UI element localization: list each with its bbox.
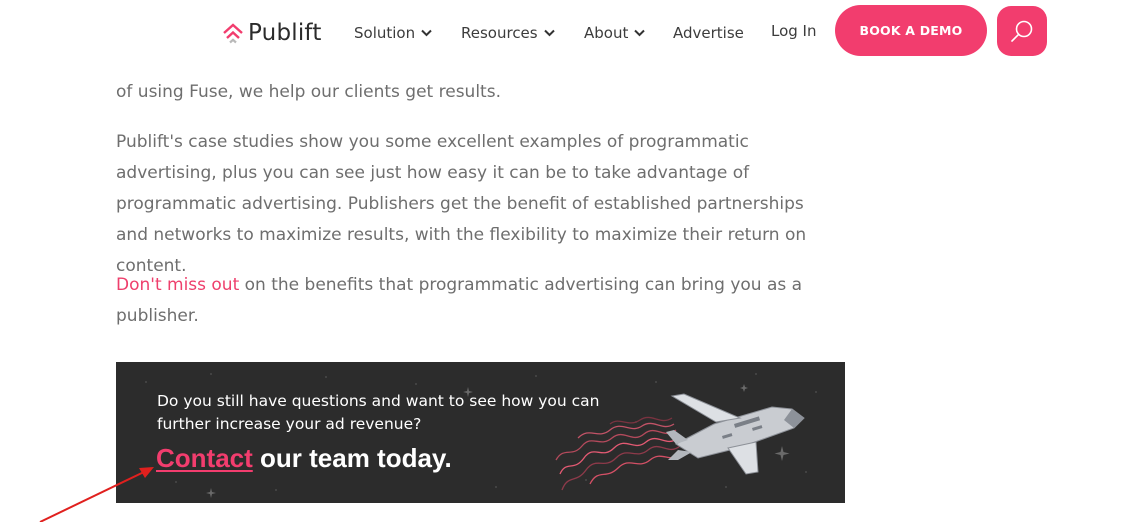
chevron-down-icon (543, 29, 555, 37)
nav-about[interactable]: About (584, 22, 646, 44)
nav-advertise-label: Advertise (673, 24, 744, 42)
nav-resources-label: Resources (461, 24, 538, 42)
search-button[interactable] (997, 6, 1047, 56)
publift-logo-icon (223, 23, 243, 44)
search-icon (1011, 20, 1033, 42)
nav-login-label: Log In (771, 22, 817, 40)
site-header: Publift Solution Resources About Adverti… (0, 0, 1130, 66)
contact-link[interactable]: Contact (156, 443, 253, 473)
book-demo-button[interactable]: BOOK A DEMO (835, 5, 987, 56)
banner-question-text: Do you still have questions and want to … (157, 392, 600, 433)
publift-logo[interactable]: Publift (222, 18, 322, 48)
banner-cta-heading: Contact our team today. (156, 443, 452, 474)
article-paragraph-dont-miss-out: Don't miss out on the benefits that prog… (116, 270, 816, 332)
nav-solution-label: Solution (354, 24, 416, 42)
nav-login[interactable]: Log In (771, 20, 817, 42)
article-paragraph-intro-end: of using Fuse, we help our clients get r… (116, 82, 501, 102)
banner-cta-rest: our team today. (252, 443, 452, 473)
nav-solution[interactable]: Solution (354, 22, 432, 44)
nav-resources[interactable]: Resources (461, 22, 555, 44)
chevron-down-icon (421, 29, 432, 37)
nav-advertise[interactable]: Advertise (673, 22, 744, 44)
contact-banner[interactable]: Do you still have questions and want to … (116, 362, 845, 503)
article-paragraph-case-studies: Publift's case studies show you some exc… (116, 132, 807, 276)
logo-text: Publift (248, 20, 322, 46)
chevron-down-icon (634, 29, 646, 37)
nav-about-label: About (584, 24, 629, 42)
dont-miss-out-link[interactable]: Don't miss out (116, 275, 239, 295)
